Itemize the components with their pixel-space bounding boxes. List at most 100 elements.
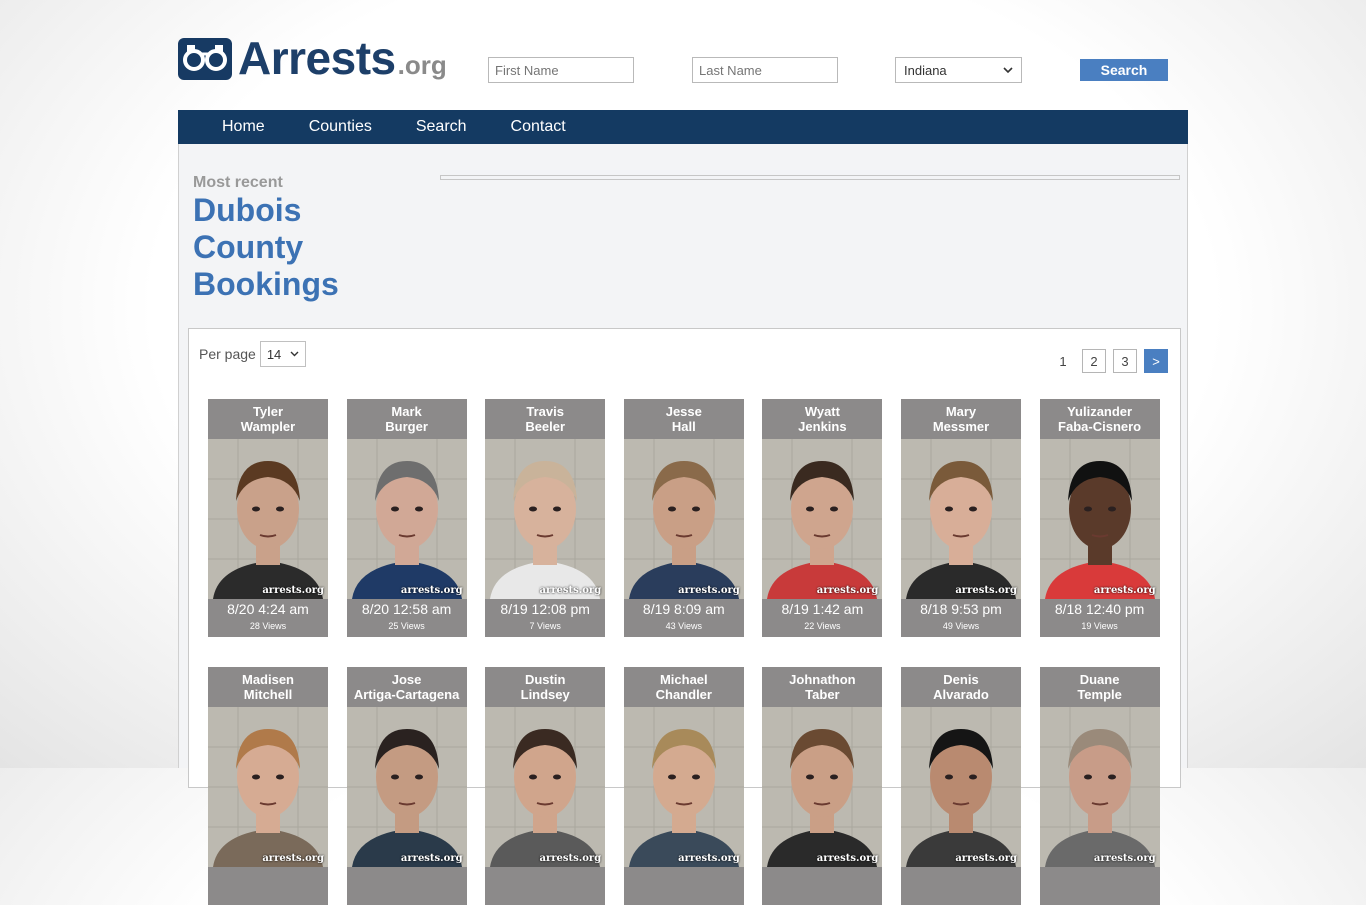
booking-first-name: Wyatt	[804, 404, 840, 419]
handcuffs-icon	[178, 38, 232, 80]
watermark: arrests.org	[1093, 585, 1156, 596]
mugshot-photo[interactable]: arrests.org	[1039, 707, 1160, 867]
booking-last-name: Taber	[805, 687, 840, 702]
booking-name[interactable]: Madisen Mitchell	[208, 667, 328, 707]
chevron-down-icon	[1003, 66, 1013, 73]
booking-views: 49 Views	[942, 621, 980, 631]
booking-first-name: Jesse	[665, 404, 702, 419]
title-line: Dubois	[193, 192, 302, 228]
site-logo[interactable]: Arrests .org	[178, 32, 447, 84]
booking-card[interactable]: Michael Chandler arrests.org	[623, 667, 744, 905]
booking-name[interactable]: Johnathon Taber	[762, 667, 882, 707]
booking-card[interactable]: Tyler Wampler arrests.org 8/20 4:24 am 28 Vi…	[208, 399, 328, 637]
booking-name[interactable]: Jose Artiga-Cartagena	[347, 667, 467, 707]
mugshot-photo[interactable]: arrests.org	[1039, 439, 1160, 599]
mugshot-photo[interactable]: arrests.org	[623, 707, 744, 867]
per-page-select[interactable]: 14	[259, 341, 306, 367]
booking-card[interactable]: Jesse Hall arrests.org 8/19 8:09 am 43 Views	[623, 399, 744, 637]
mugshot-photo[interactable]: arrests.org	[346, 439, 467, 599]
booking-first-name: Mary	[945, 404, 977, 419]
title-line: County	[193, 229, 304, 265]
booking-card[interactable]: Yulizander Faba-Cisnero arrests.org 8/18 12…	[1039, 399, 1160, 637]
booking-last-name: Chandler	[655, 687, 712, 702]
mugshot-photo[interactable]: arrests.org	[208, 439, 328, 599]
booking-last-name: Artiga-Cartagena	[353, 687, 460, 702]
booking-card[interactable]: Travis Beeler arrests.org 8/19 12:08 pm 7 Vi…	[485, 399, 606, 637]
page-3[interactable]: 3	[1113, 349, 1137, 373]
booking-name[interactable]: Michael Chandler	[624, 667, 744, 707]
booking-last-name: Beeler	[525, 419, 566, 434]
booking-name[interactable]: Wyatt Jenkins	[762, 399, 882, 439]
booking-time: 8/20 12:58 am	[361, 601, 452, 617]
booking-card[interactable]: Dustin Lindsey arrests.org	[485, 667, 606, 905]
booking-card[interactable]: Madisen Mitchell arrests.org	[208, 667, 328, 905]
mugshot-photo[interactable]: arrests.org	[485, 707, 606, 867]
booking-views: 25 Views	[388, 621, 425, 631]
mugshot-photo[interactable]: arrests.org	[901, 707, 1021, 867]
chevron-down-icon	[290, 351, 299, 357]
booking-name[interactable]: Duane Temple	[1040, 667, 1160, 707]
booking-time: 8/19 1:42 am	[781, 601, 864, 617]
booking-views: 7 Views	[529, 621, 561, 631]
booking-card[interactable]: Wyatt Jenkins arrests.org 8/19 1:42 am 22 Vi…	[762, 399, 883, 637]
state-select-value: Indiana	[904, 62, 947, 78]
booking-last-name: Messmer	[932, 419, 990, 434]
mugshot-photo[interactable]: arrests.org	[485, 439, 606, 599]
logo-domain: .org	[397, 50, 447, 80]
per-page-value: 14	[266, 346, 282, 362]
booking-name[interactable]: Mary Messmer	[901, 399, 1021, 439]
next-page-button[interactable]: >	[1144, 349, 1168, 373]
search-button[interactable]: Search	[1080, 59, 1168, 81]
booking-views: 28 Views	[249, 621, 287, 631]
first-name-input[interactable]	[488, 57, 634, 83]
booking-card[interactable]: Jose Artiga-Cartagena arrests.org	[346, 667, 467, 905]
booking-last-name: Lindsey	[520, 687, 570, 702]
most-recent-label: Most recent	[193, 174, 283, 191]
booking-name[interactable]: Dustin Lindsey	[485, 667, 605, 707]
booking-card[interactable]: Johnathon Taber arrests.org	[762, 667, 883, 905]
booking-first-name: Travis	[526, 404, 564, 419]
watermark: arrests.org	[262, 853, 324, 864]
booking-first-name: Madisen	[241, 672, 294, 687]
booking-first-name: Michael	[659, 672, 708, 687]
watermark: arrests.org	[1093, 853, 1156, 864]
booking-first-name: Mark	[391, 404, 422, 419]
booking-last-name: Jenkins	[798, 419, 847, 434]
nav-item-contact[interactable]: Contact	[511, 118, 566, 136]
booking-name[interactable]: Jesse Hall	[624, 399, 744, 439]
booking-last-name: Alvarado	[933, 687, 989, 702]
mugshot-photo[interactable]: arrests.org	[762, 707, 883, 867]
booking-name[interactable]: Mark Burger	[347, 399, 467, 439]
page-1: 1	[1051, 349, 1075, 373]
booking-name[interactable]: Tyler Wampler	[208, 399, 328, 439]
booking-last-name: Burger	[385, 419, 428, 434]
nav-item-counties[interactable]: Counties	[309, 118, 372, 136]
booking-name[interactable]: Travis Beeler	[485, 399, 605, 439]
booking-time: 8/18 9:53 pm	[920, 601, 1002, 617]
booking-first-name: Jose	[391, 672, 422, 687]
page-title: Dubois County Bookings	[193, 192, 339, 303]
booking-time: 8/19 8:09 am	[642, 601, 725, 617]
mugshot-photo[interactable]: arrests.org	[901, 439, 1021, 599]
logo-text: Arrests	[238, 32, 396, 84]
per-page-control: Per page 14	[199, 341, 306, 367]
mugshot-photo[interactable]: arrests.org	[762, 439, 883, 599]
mugshot-photo[interactable]: arrests.org	[208, 707, 328, 867]
mugshot-photo[interactable]: arrests.org	[623, 439, 744, 599]
booking-first-name: Denis	[943, 672, 979, 687]
booking-card[interactable]: Denis Alvarado arrests.org	[901, 667, 1021, 905]
watermark: arrests.org	[539, 585, 602, 596]
mugshot-photo[interactable]: arrests.org	[346, 707, 467, 867]
nav-item-search[interactable]: Search	[416, 118, 467, 136]
booking-card[interactable]: Duane Temple arrests.org	[1039, 667, 1160, 905]
last-name-input[interactable]	[692, 57, 838, 83]
booking-name[interactable]: Denis Alvarado	[901, 667, 1021, 707]
state-select[interactable]: Indiana	[895, 57, 1022, 83]
booking-time: 8/20 4:24 am	[227, 601, 309, 617]
booking-card[interactable]: Mary Messmer arrests.org 8/18 9:53 pm 49 Vie…	[901, 399, 1021, 637]
nav-item-home[interactable]: Home	[222, 118, 265, 136]
page-2[interactable]: 2	[1082, 349, 1106, 373]
booking-name[interactable]: Yulizander Faba-Cisnero	[1040, 399, 1160, 439]
bookings-panel: Per page 14 1 2 3 > Tyler Wampler arrests.…	[188, 328, 1181, 905]
booking-card[interactable]: Mark Burger arrests.org 8/20 12:58 am 25 Vie…	[346, 399, 467, 637]
